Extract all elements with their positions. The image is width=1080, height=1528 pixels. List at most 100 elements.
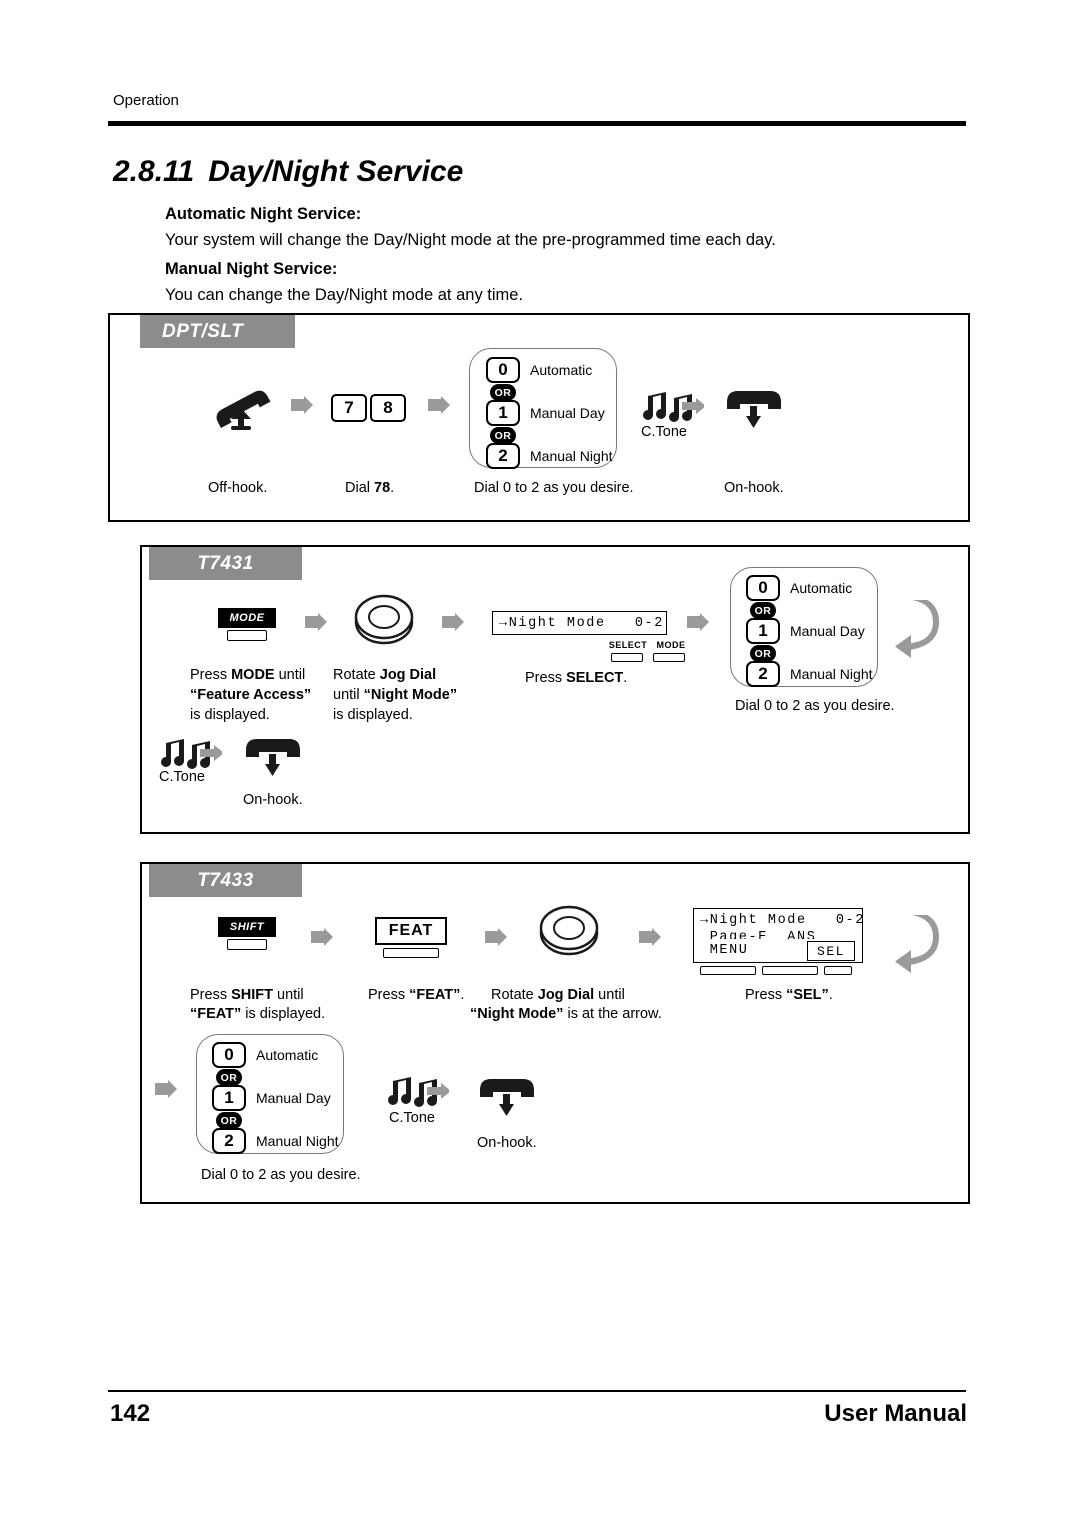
wrap-arrow-icon — [893, 594, 939, 675]
option-label-automatic: Automatic — [256, 1047, 319, 1063]
intro-heading-automatic: Automatic Night Service: — [165, 205, 362, 223]
dptslt-step-dial: Dial 78. — [345, 480, 395, 496]
feat-button[interactable]: FEAT — [375, 917, 447, 945]
manual-label: User Manual — [824, 1400, 967, 1427]
dptslt-step-offhook: Off-hook. — [208, 480, 268, 496]
key-2-t7433[interactable]: 2 — [212, 1128, 246, 1154]
option-label-manual-night: Manual Night — [530, 448, 613, 464]
key-1-t7433[interactable]: 1 — [212, 1085, 246, 1111]
intro-heading-manual: Manual Night Service: — [165, 260, 338, 278]
flow-arrow-icon — [155, 1080, 177, 1106]
footer-rule — [108, 1390, 966, 1392]
t7431-step-mode-line2: “Feature Access” — [190, 687, 312, 703]
panel-tab-t7433: T7433 — [149, 864, 302, 897]
option-label-manual-day: Manual Day — [530, 405, 605, 421]
key-8[interactable]: 8 — [370, 394, 406, 422]
confirmation-tone-icon — [385, 1073, 449, 1107]
flow-arrow-icon — [291, 396, 313, 422]
flow-arrow-icon — [428, 396, 450, 422]
t7433-step-feat: Press “FEAT”. — [368, 987, 465, 1003]
t7431-step-select: Press SELECT. — [525, 670, 628, 686]
t7433-ctone-label: C.Tone — [389, 1110, 435, 1126]
option-label-automatic: Automatic — [790, 580, 853, 596]
or-separator: OR — [750, 645, 776, 662]
t7433-step-shift-line2: “FEAT” is displayed. — [190, 1006, 326, 1022]
t7433-step-dial-options: Dial 0 to 2 as you desire. — [201, 1167, 361, 1183]
panel-tab-t7431: T7431 — [149, 547, 302, 580]
softkey-bar-menu[interactable] — [700, 966, 756, 975]
or-separator: OR — [750, 602, 776, 619]
key-0-t7431[interactable]: 0 — [746, 575, 780, 601]
softkey-bar-sel[interactable] — [824, 966, 852, 975]
feat-button-base — [383, 948, 439, 958]
t7433-step-onhook: On-hook. — [477, 1135, 537, 1151]
section-number: 2.8.11 — [113, 155, 195, 188]
page-title: 2.8.11 Day/Night Service — [113, 155, 463, 189]
softkey-label-select: SELECT — [608, 640, 648, 650]
wrap-arrow-icon — [893, 909, 939, 990]
on-hook-handset-icon — [721, 382, 787, 434]
on-hook-handset-icon — [474, 1070, 540, 1122]
shift-button[interactable]: SHIFT — [218, 917, 276, 937]
key-0-t7433[interactable]: 0 — [212, 1042, 246, 1068]
confirmation-tone-icon — [158, 735, 222, 769]
t7431-step-jog-line1: Rotate Jog Dial — [333, 667, 437, 683]
flow-arrow-icon — [639, 928, 661, 954]
key-7[interactable]: 7 — [331, 394, 367, 422]
option-label-manual-day: Manual Day — [256, 1090, 331, 1106]
t7431-step-mode-line1: Press MODE until — [190, 667, 306, 683]
jog-dial-icon[interactable] — [350, 592, 418, 651]
running-head: Operation — [113, 92, 179, 109]
t7431-step-mode-line3: is displayed. — [190, 707, 270, 723]
or-separator: OR — [490, 427, 516, 444]
softkey-bar-mode[interactable] — [653, 653, 685, 662]
key-0-dptslt[interactable]: 0 — [486, 357, 520, 383]
t7433-step-jog-line2: “Night Mode” is at the arrow. — [470, 1006, 662, 1022]
t7431-step-onhook: On-hook. — [243, 792, 303, 808]
header-rule — [108, 121, 966, 126]
panel-tab-dpt-slt: DPT/SLT — [140, 315, 295, 348]
option-label-manual-night: Manual Night — [256, 1133, 339, 1149]
intro-para-manual: You can change the Day/Night mode at any… — [165, 286, 524, 304]
option-label-automatic: Automatic — [530, 362, 593, 378]
option-label-manual-night: Manual Night — [790, 666, 873, 682]
softkey-bar-select[interactable] — [611, 653, 643, 662]
flow-arrow-icon — [687, 613, 709, 639]
option-label-manual-day: Manual Day — [790, 623, 865, 639]
t7431-step-jog-line3: is displayed. — [333, 707, 413, 723]
on-hook-handset-icon — [240, 730, 306, 782]
softkey-sel[interactable]: SEL — [807, 941, 855, 961]
intro-para-automatic: Your system will change the Day/Night mo… — [165, 231, 776, 249]
dptslt-step-onhook: On-hook. — [724, 480, 784, 496]
t7433-step-jog-line1: Rotate Jog Dial until — [491, 987, 625, 1003]
key-1-dptslt[interactable]: 1 — [486, 400, 520, 426]
mode-button[interactable]: MODE — [218, 608, 276, 628]
key-1-t7431[interactable]: 1 — [746, 618, 780, 644]
t7431-step-dial-options: Dial 0 to 2 as you desire. — [735, 698, 895, 714]
or-separator: OR — [490, 384, 516, 401]
softkey-bar-middle[interactable] — [762, 966, 818, 975]
flow-arrow-icon — [311, 928, 333, 954]
shift-button-base — [227, 939, 267, 950]
t7433-step-sel: Press “SEL”. — [745, 987, 833, 1003]
key-2-t7431[interactable]: 2 — [746, 661, 780, 687]
t7431-lcd-display: →Night Mode 0-2 — [492, 611, 667, 635]
section-name: Day/Night Service — [208, 155, 464, 188]
intro-block: Automatic Night Service: Your system wil… — [165, 203, 955, 313]
key-2-dptslt[interactable]: 2 — [486, 443, 520, 469]
dptslt-ctone-label: C.Tone — [641, 424, 687, 440]
page-number: 142 — [110, 1400, 151, 1427]
jog-dial-icon[interactable] — [535, 903, 603, 962]
or-separator: OR — [216, 1112, 242, 1129]
softkey-label-mode: MODE — [656, 640, 686, 650]
t7433-step-shift-line1: Press SHIFT until — [190, 987, 304, 1003]
t7431-ctone-label: C.Tone — [159, 769, 205, 785]
off-hook-handset-icon — [205, 380, 277, 432]
dptslt-step-dial-options: Dial 0 to 2 as you desire. — [474, 480, 634, 496]
document-page: Operation 2.8.11 Day/Night Service Automa… — [0, 0, 1080, 1528]
flow-arrow-icon — [485, 928, 507, 954]
t7431-step-jog-line2: until “Night Mode” — [333, 687, 458, 703]
confirmation-tone-icon — [640, 388, 704, 422]
mode-button-base — [227, 630, 267, 641]
flow-arrow-icon — [442, 613, 464, 639]
